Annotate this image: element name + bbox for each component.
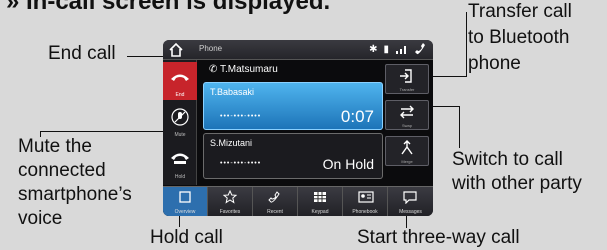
transfer-icon (400, 69, 412, 83)
swap-label: Swap (401, 123, 412, 128)
callout-three-way: Start three-way call (357, 227, 520, 248)
keypad-icon (314, 192, 326, 202)
merge-label: Merge (401, 159, 413, 164)
callout-hold-call: Hold call (150, 227, 223, 248)
swap-button[interactable]: Swap (385, 100, 429, 130)
star-icon (223, 190, 237, 204)
transfer-button[interactable]: Transfer (385, 64, 429, 94)
nav-phonebook[interactable]: Phonebook (343, 187, 388, 216)
callout-mute-4: voice (18, 208, 63, 229)
transfer-label: Transfer (399, 87, 415, 92)
hold-label: Hold (174, 174, 186, 180)
phone-icon (415, 43, 425, 55)
nav-keypad[interactable]: Keypad (298, 187, 343, 216)
nav-keypad-label: Keypad (311, 209, 329, 215)
status-bar: Phone ✱ ▮ (163, 40, 433, 60)
bottom-nav: Overview Favorites Recent Keypad Phonebo… (163, 186, 433, 216)
mute-label: Mute (174, 132, 186, 138)
nav-phonebook-label: Phonebook (352, 209, 378, 215)
active-call-number: •••-•••-•••• (220, 113, 262, 120)
held-call-name: S.Mizutani (210, 138, 253, 148)
nav-favorites[interactable]: Favorites (208, 187, 253, 216)
caller-header-name: T.Matsumaru (220, 64, 278, 75)
active-call-name: T.Babasaki (210, 87, 255, 97)
end-call-icon (171, 74, 189, 81)
nav-favorites-label: Favorites (219, 209, 241, 215)
nav-messages-label: Messages (399, 209, 422, 215)
callout-transfer-2: to Bluetooth (468, 27, 570, 48)
leader-line-transfer-v (466, 12, 467, 76)
held-call-card[interactable]: S.Mizutani •••-•••-•••• On Hold (203, 133, 383, 179)
callout-mute-3: smartphone’s (18, 184, 132, 205)
mute-button[interactable]: Mute (163, 102, 197, 140)
callout-transfer-3: phone (468, 53, 521, 74)
callout-switch-2: with other party (452, 173, 582, 194)
merge-icon (401, 140, 413, 155)
mute-mic-icon (171, 108, 189, 126)
active-call-card[interactable]: T.Babasaki •••-•••-•••• 0:07 (203, 82, 383, 130)
callout-mute-2: connected (18, 160, 106, 181)
app-title: Phone (199, 44, 223, 53)
leader-line-switch-v (459, 106, 460, 148)
hold-phone-icon (171, 153, 189, 164)
end-call-label: End (175, 92, 185, 98)
phone-in-call-screen: Phone ✱ ▮ End Mute Hold ✆ T.Matsumaru T.… (163, 40, 433, 216)
nav-recent[interactable]: Recent (253, 187, 298, 216)
status-icons: ✱ ▮ (369, 42, 427, 56)
page-heading: » In-call screen is displayed. (6, 0, 331, 15)
call-timer: 0:07 (340, 107, 374, 126)
swap-icon (400, 105, 414, 119)
merge-button[interactable]: Merge (385, 136, 429, 166)
call-in-progress-icon: ✆ (209, 64, 218, 75)
callout-end-call: End call (48, 43, 116, 64)
nav-messages[interactable]: Messages (388, 187, 433, 216)
hold-button[interactable]: Hold (163, 144, 197, 182)
phonebook-icon (358, 191, 374, 203)
caller-header: ✆ T.Matsumaru (209, 64, 278, 75)
recent-call-icon (268, 191, 280, 203)
end-call-button[interactable]: End (163, 62, 197, 100)
overview-icon (179, 191, 191, 203)
leader-line-switch (430, 106, 460, 107)
held-call-number: •••-•••-•••• (220, 160, 262, 167)
nav-recent-label: Recent (267, 209, 283, 215)
bluetooth-icon: ✱ (369, 43, 378, 55)
signal-icon (396, 46, 406, 54)
nav-overview[interactable]: Overview (163, 187, 208, 216)
call-control-column: End Mute Hold (163, 60, 197, 185)
held-call-status: On Hold (322, 156, 374, 172)
message-icon (403, 191, 417, 204)
nav-overview-label: Overview (174, 209, 196, 215)
battery-icon: ▮ (383, 43, 389, 55)
callout-mute-1: Mute the (18, 136, 92, 157)
callout-transfer-1: Transfer call (468, 1, 572, 22)
leader-line-mute (40, 131, 172, 132)
home-icon[interactable] (167, 42, 185, 58)
callout-switch-1: Switch to call (452, 149, 563, 170)
